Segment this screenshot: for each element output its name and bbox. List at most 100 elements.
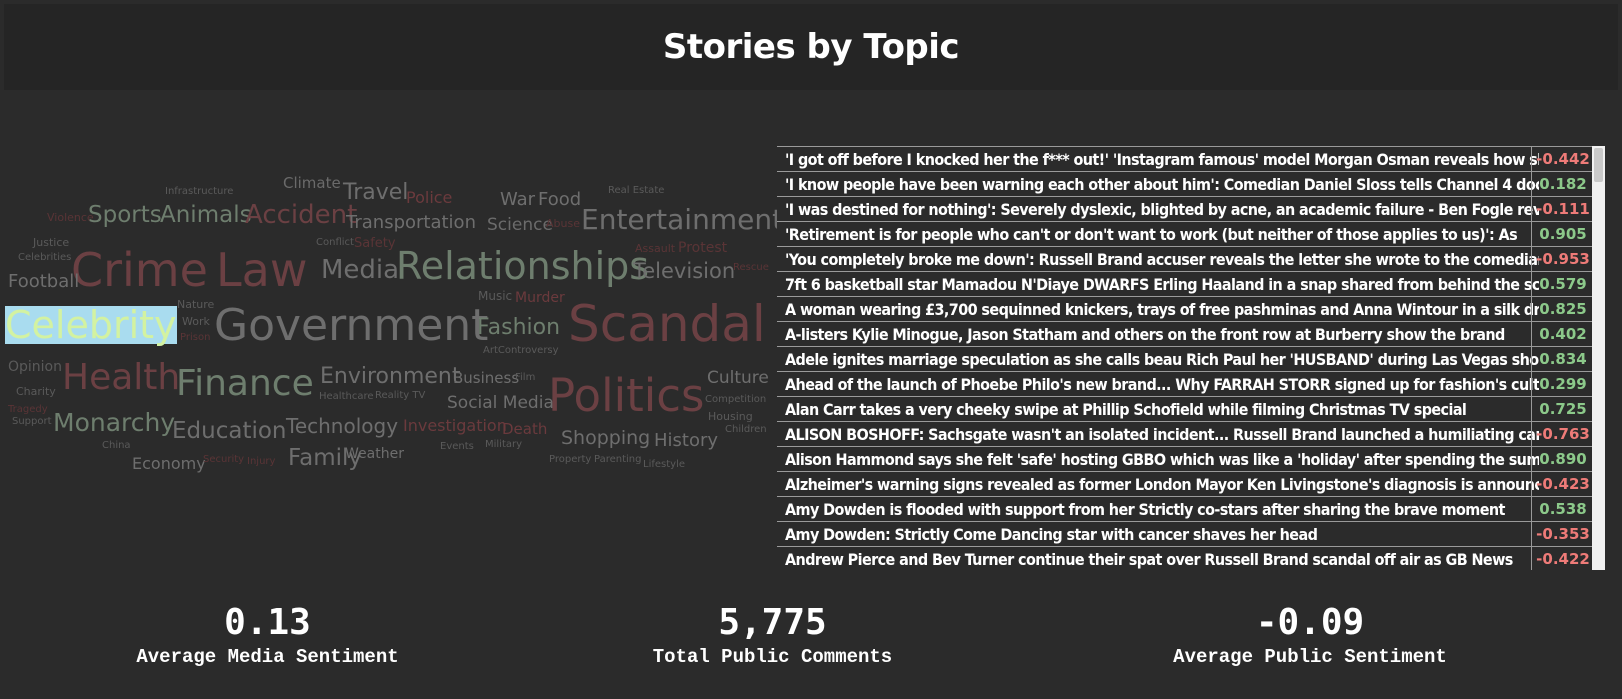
topic-word[interactable]: Shopping bbox=[561, 429, 650, 448]
topic-word[interactable]: Children bbox=[725, 425, 767, 435]
topic-word[interactable]: War bbox=[500, 191, 535, 209]
topic-word[interactable]: Monarchy bbox=[53, 410, 175, 435]
topic-word[interactable]: Safety bbox=[354, 237, 396, 250]
topic-word[interactable]: Prison bbox=[180, 333, 210, 343]
story-title[interactable]: Alzheimer's warning signs revealed as fo… bbox=[785, 472, 1539, 497]
topic-word[interactable]: Finance bbox=[176, 366, 314, 402]
topic-word[interactable]: Healthcare bbox=[319, 392, 374, 402]
topic-word[interactable]: Parenting bbox=[594, 455, 641, 465]
topic-word[interactable]: Science bbox=[487, 217, 553, 234]
story-title[interactable]: 'Retirement is for people who can't or d… bbox=[785, 222, 1539, 247]
topic-word[interactable]: Sports bbox=[88, 204, 162, 227]
topic-word[interactable]: Environment bbox=[320, 366, 460, 388]
topic-word[interactable]: Health bbox=[62, 360, 180, 396]
topic-word[interactable]: China bbox=[102, 441, 131, 451]
topic-word[interactable]: Justice bbox=[33, 237, 69, 248]
topic-word[interactable]: Injury bbox=[247, 457, 275, 467]
story-title[interactable]: Amy Dowden is flooded with support from … bbox=[785, 497, 1539, 522]
topic-word[interactable]: Climate bbox=[283, 176, 341, 191]
story-row[interactable]: 'You completely broke me down': Russell … bbox=[777, 246, 1597, 272]
topic-word[interactable]: Food bbox=[538, 191, 581, 209]
topic-word[interactable]: Conflict bbox=[316, 238, 354, 248]
story-title[interactable]: Alan Carr takes a very cheeky swipe at P… bbox=[785, 397, 1539, 422]
topic-word-cloud[interactable]: Infrastructure Climate Travel Police War Food… bbox=[0, 140, 783, 500]
topic-word[interactable]: Security bbox=[203, 455, 244, 465]
story-row[interactable]: A-listers Kylie Minogue, Jason Statham a… bbox=[777, 321, 1597, 347]
story-row[interactable]: Andrew Pierce and Bev Turner continue th… bbox=[777, 546, 1597, 570]
story-title[interactable]: Andrew Pierce and Bev Turner continue th… bbox=[785, 547, 1539, 570]
topic-word[interactable]: Work bbox=[182, 316, 210, 327]
topic-word[interactable]: Culture bbox=[707, 370, 769, 387]
topic-word[interactable]: Television bbox=[633, 261, 735, 282]
stories-scrollbar[interactable] bbox=[1592, 146, 1605, 570]
story-title[interactable]: Alison Hammond says she felt 'safe' host… bbox=[785, 447, 1539, 472]
topic-word[interactable]: Lifestyle bbox=[643, 460, 685, 470]
topic-word[interactable]: Charity bbox=[16, 386, 56, 397]
topic-word[interactable]: Scandal bbox=[568, 299, 766, 349]
story-title[interactable]: 'I was destined for nothing': Severely d… bbox=[785, 197, 1539, 222]
story-row[interactable]: Alzheimer's warning signs revealed as fo… bbox=[777, 471, 1597, 497]
story-row[interactable]: ALISON BOSHOFF: Sachsgate wasn't an isol… bbox=[777, 421, 1597, 447]
topic-word[interactable]: Film bbox=[515, 373, 535, 383]
topic-word[interactable]: Media bbox=[321, 257, 399, 283]
story-title[interactable]: ALISON BOSHOFF: Sachsgate wasn't an isol… bbox=[785, 422, 1539, 447]
topic-word[interactable]: Death bbox=[502, 422, 547, 437]
scrollbar-thumb[interactable] bbox=[1594, 148, 1603, 182]
story-title[interactable]: A woman wearing £3,700 sequinned knicker… bbox=[785, 297, 1539, 322]
topic-word[interactable]: Competition bbox=[705, 395, 766, 405]
story-title[interactable]: 'I got off before I knocked her the f***… bbox=[785, 147, 1539, 172]
story-title[interactable]: 'I know people have been warning each ot… bbox=[785, 172, 1539, 197]
story-row[interactable]: Amy Dowden is flooded with support from … bbox=[777, 496, 1597, 522]
topic-word[interactable]: Housing bbox=[708, 411, 753, 422]
story-row[interactable]: 'Retirement is for people who can't or d… bbox=[777, 221, 1597, 247]
story-row[interactable]: A woman wearing £3,700 sequinned knicker… bbox=[777, 296, 1597, 322]
topic-word[interactable]: History bbox=[654, 432, 718, 450]
topic-word[interactable]: Social Media bbox=[447, 395, 554, 412]
topic-word[interactable]: ArtControversy bbox=[483, 346, 559, 356]
topic-word[interactable]: Education bbox=[172, 420, 287, 443]
topic-word[interactable]: Animals bbox=[160, 204, 252, 227]
topic-word[interactable]: Politics bbox=[548, 373, 704, 418]
topic-word[interactable]: Investigation bbox=[403, 418, 507, 434]
topic-word[interactable]: Technology bbox=[286, 416, 398, 436]
story-title[interactable]: Adele ignites marriage speculation as sh… bbox=[785, 347, 1539, 372]
topic-word[interactable]: Rescue bbox=[733, 263, 769, 273]
story-title[interactable]: 7ft 6 basketball star Mamadou N'Diaye DW… bbox=[785, 272, 1539, 297]
story-title[interactable]: A-listers Kylie Minogue, Jason Statham a… bbox=[785, 322, 1539, 347]
topic-word[interactable]: Crime bbox=[71, 247, 208, 293]
story-title[interactable]: Amy Dowden: Strictly Come Dancing star w… bbox=[785, 522, 1539, 547]
topic-word[interactable]: Government bbox=[214, 304, 488, 348]
story-row[interactable]: 'I got off before I knocked her the f***… bbox=[777, 146, 1597, 172]
story-title[interactable]: 'You completely broke me down': Russell … bbox=[785, 247, 1539, 272]
topic-word[interactable]: Football bbox=[8, 273, 79, 291]
topic-word[interactable]: Military bbox=[485, 440, 522, 450]
topic-word[interactable]: Fashion bbox=[477, 317, 560, 339]
story-row[interactable]: Adele ignites marriage speculation as sh… bbox=[777, 346, 1597, 372]
topic-word[interactable]: Celebrities bbox=[18, 253, 71, 263]
topic-word[interactable]: Protest bbox=[678, 241, 727, 255]
topic-word[interactable]: Opinion bbox=[8, 360, 62, 374]
topic-word[interactable]: Violence bbox=[47, 212, 94, 223]
topic-word[interactable]: Business bbox=[453, 371, 519, 386]
topic-word[interactable]: Tragedy bbox=[8, 405, 48, 415]
topic-word[interactable]: Murder bbox=[515, 291, 565, 305]
topic-word[interactable]: Economy bbox=[132, 456, 206, 472]
story-row[interactable]: Amy Dowden: Strictly Come Dancing star w… bbox=[777, 521, 1597, 547]
topic-word[interactable]: Reality TV bbox=[375, 391, 425, 401]
story-row[interactable]: Alan Carr takes a very cheeky swipe at P… bbox=[777, 396, 1597, 422]
stories-table[interactable]: 'I got off before I knocked her the f***… bbox=[777, 146, 1597, 570]
topic-word[interactable]: Events bbox=[440, 442, 474, 452]
topic-word[interactable]: Infrastructure bbox=[165, 187, 233, 197]
topic-word[interactable]: Police bbox=[406, 190, 452, 206]
topic-word[interactable]: Law bbox=[216, 247, 307, 293]
story-row[interactable]: 'I know people have been warning each ot… bbox=[777, 171, 1597, 197]
story-row[interactable]: Alison Hammond says she felt 'safe' host… bbox=[777, 446, 1597, 472]
topic-word[interactable]: Accident bbox=[245, 202, 357, 228]
story-row[interactable]: 7ft 6 basketball star Mamadou N'Diaye DW… bbox=[777, 271, 1597, 297]
topic-word[interactable]: Entertainment bbox=[581, 206, 783, 234]
topic-word[interactable]: Celebrity bbox=[5, 306, 177, 344]
topic-word[interactable]: Property bbox=[549, 455, 591, 465]
topic-word[interactable]: Relationships bbox=[396, 247, 649, 285]
topic-word[interactable]: Support bbox=[12, 417, 52, 427]
topic-word[interactable]: Transportation bbox=[346, 214, 476, 232]
